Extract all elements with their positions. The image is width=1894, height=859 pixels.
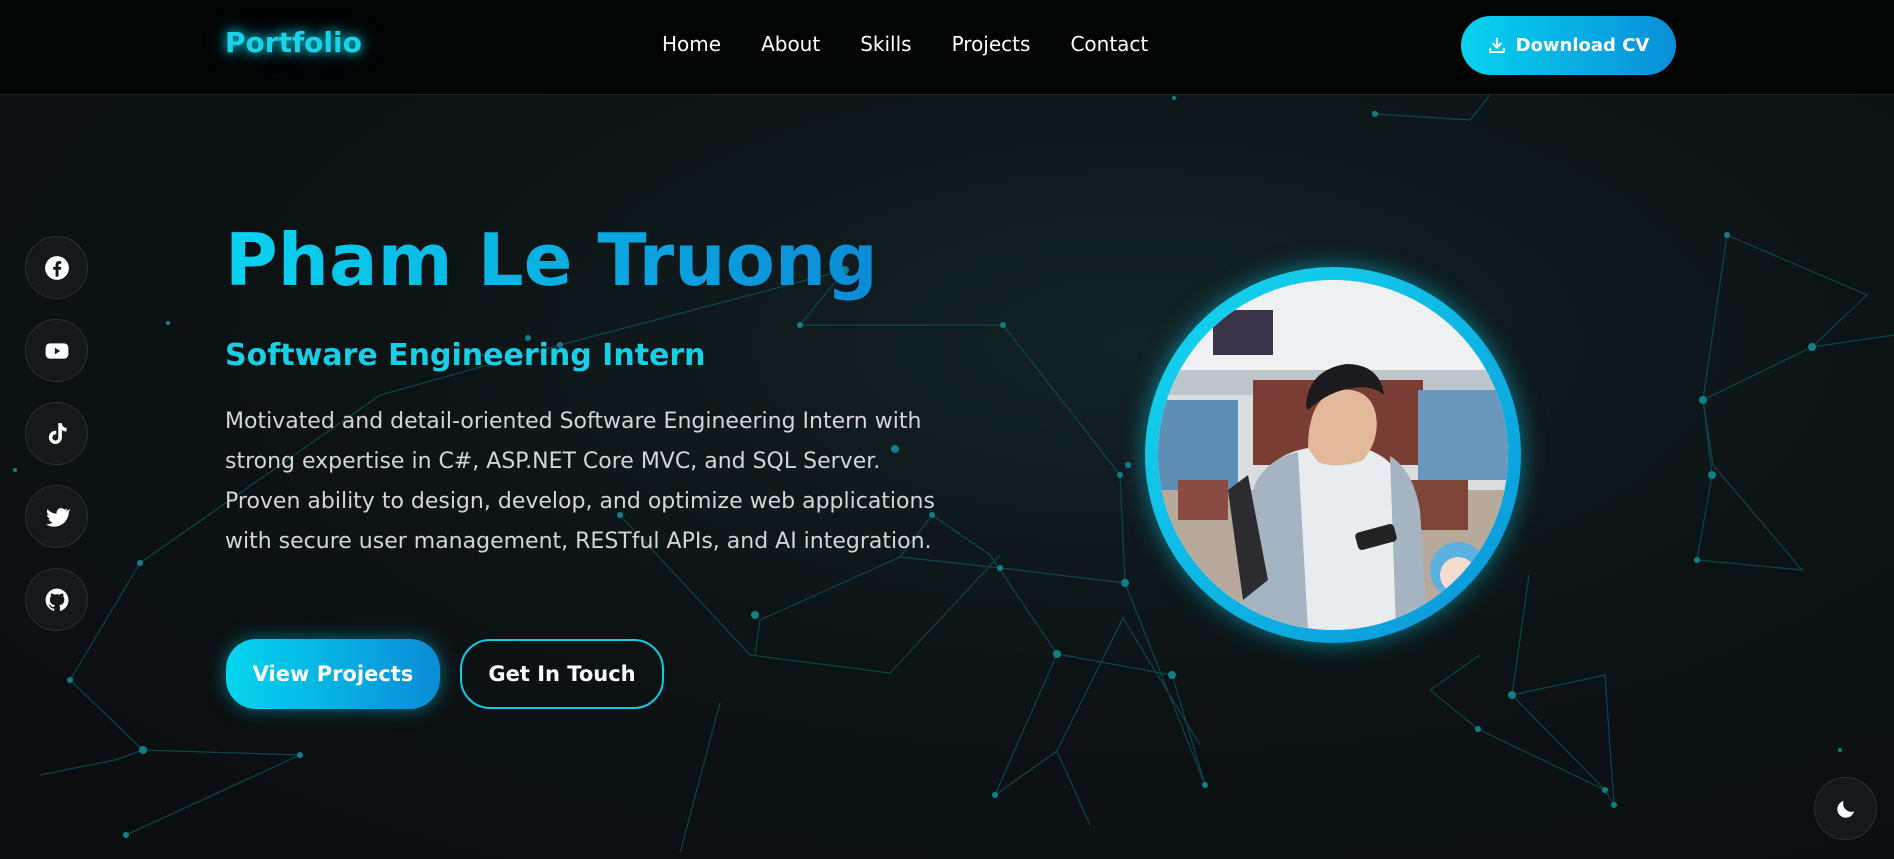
avatar-photo	[1158, 280, 1508, 630]
youtube-link[interactable]	[25, 319, 88, 382]
moon-icon	[1836, 800, 1854, 818]
theme-toggle-button[interactable]	[1814, 777, 1877, 840]
avatar	[1158, 280, 1508, 630]
download-cv-button[interactable]: Download CV	[1461, 16, 1676, 75]
nav-link-contact[interactable]: Contact	[1070, 32, 1148, 56]
hero-description: Motivated and detail-oriented Software E…	[225, 409, 935, 554]
facebook-icon	[44, 255, 69, 280]
github-link[interactable]	[25, 568, 88, 631]
tiktok-link[interactable]	[25, 402, 88, 465]
twitter-icon	[45, 507, 70, 527]
nav-link-skills[interactable]: Skills	[860, 32, 911, 56]
page: Portfolio Home About Skills Projects Con…	[0, 0, 1894, 859]
nav-link-projects[interactable]: Projects	[952, 32, 1031, 56]
nav-link-home[interactable]: Home	[662, 32, 721, 56]
tiktok-icon	[48, 422, 66, 444]
hero-role: Software Engineering Intern	[225, 338, 706, 373]
download-icon	[1488, 36, 1505, 53]
nav-menu: Home About Skills Projects Contact	[662, 32, 1148, 56]
navbar: Portfolio Home About Skills Projects Con…	[0, 0, 1894, 95]
nav-link-about[interactable]: About	[761, 32, 820, 56]
github-icon	[45, 588, 68, 611]
view-projects-button[interactable]: View Projects	[226, 639, 440, 709]
download-cv-label: Download CV	[1515, 35, 1650, 56]
youtube-icon	[45, 342, 68, 359]
social-links	[25, 236, 88, 631]
get-in-touch-button[interactable]: Get In Touch	[460, 639, 664, 709]
logo[interactable]: Portfolio	[225, 26, 362, 59]
hero-name: Pham Le Truong	[225, 218, 878, 302]
twitter-link[interactable]	[25, 485, 88, 548]
facebook-link[interactable]	[25, 236, 88, 299]
avatar-frame	[1145, 267, 1521, 643]
